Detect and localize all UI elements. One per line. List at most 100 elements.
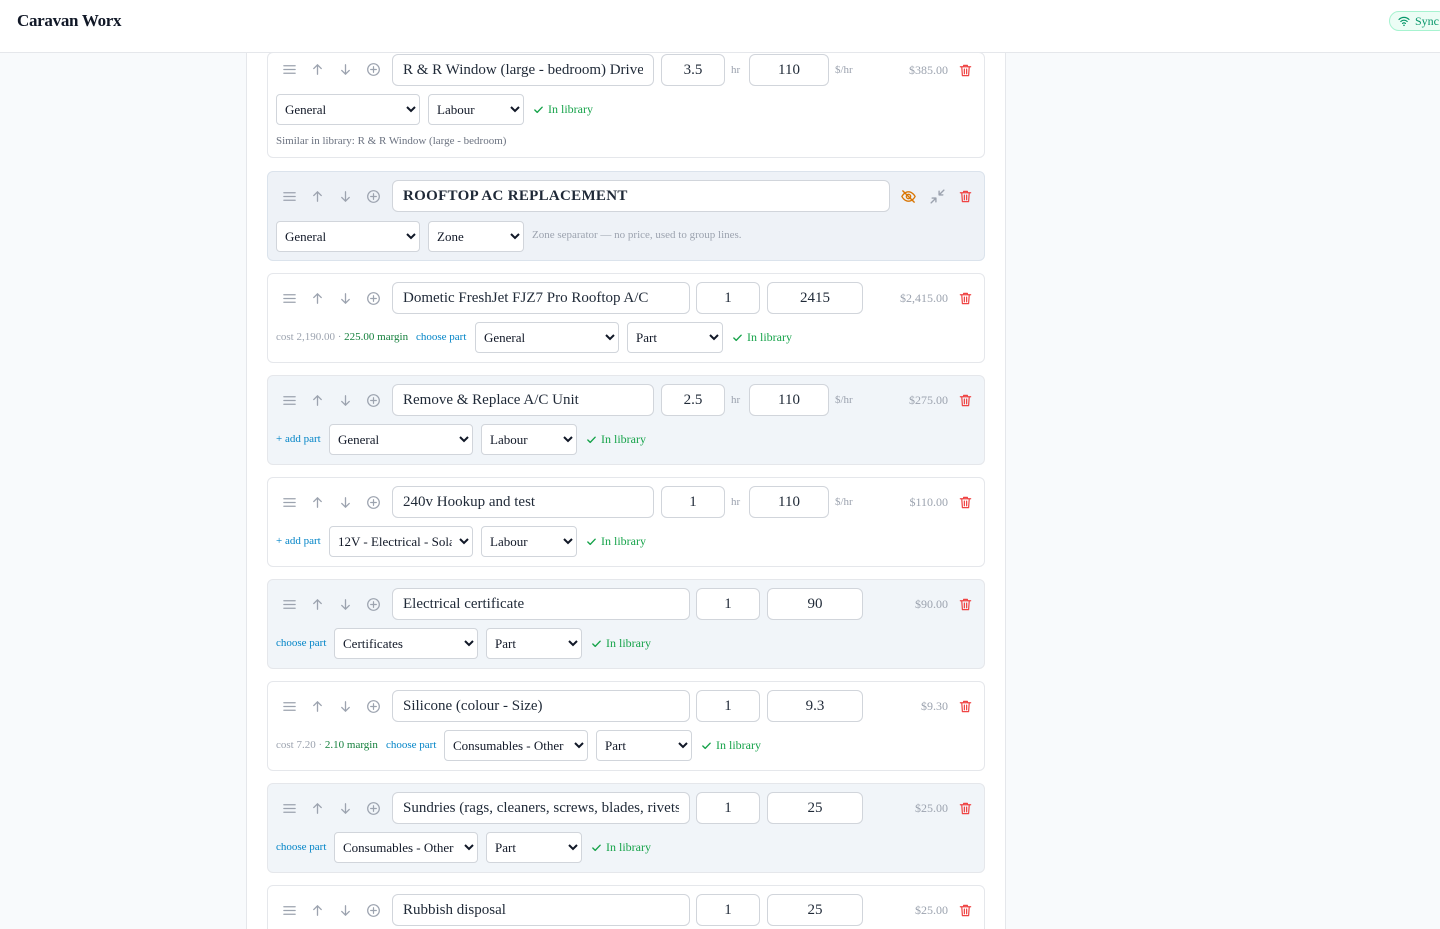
move-down-icon[interactable] [335, 186, 355, 206]
price-input[interactable] [767, 588, 863, 620]
move-down-icon[interactable] [335, 288, 355, 308]
choose-part-link[interactable]: choose part [276, 841, 326, 853]
zone-title-input[interactable] [392, 180, 890, 212]
insert-line-icon[interactable] [363, 390, 383, 410]
add-part-link[interactable]: + add part [276, 535, 321, 547]
drag-handle-icon[interactable] [279, 594, 299, 614]
move-down-icon[interactable] [335, 390, 355, 410]
drag-handle-icon[interactable] [279, 288, 299, 308]
collapse-icon[interactable] [927, 186, 947, 206]
delete-line-icon[interactable] [956, 697, 974, 715]
drag-handle-icon[interactable] [279, 492, 299, 512]
type-select[interactable]: Labour [428, 94, 524, 125]
qty-input[interactable] [696, 282, 760, 314]
price-input[interactable] [767, 690, 863, 722]
move-down-icon[interactable] [335, 696, 355, 716]
rate-input[interactable] [749, 54, 829, 86]
move-up-icon[interactable] [307, 900, 327, 920]
delete-line-icon[interactable] [956, 187, 974, 205]
delete-line-icon[interactable] [956, 289, 974, 307]
move-down-icon[interactable] [335, 798, 355, 818]
line-item: $9.30 cost 7.20 · 2.10 margin choose par… [267, 681, 985, 771]
description-input[interactable] [392, 282, 690, 314]
drag-handle-icon[interactable] [279, 186, 299, 206]
category-select[interactable]: Consumables - Other [334, 832, 478, 863]
category-select[interactable]: Certificates [334, 628, 478, 659]
category-select[interactable]: General [276, 94, 420, 125]
sync-status-badge[interactable]: Sync [1389, 11, 1440, 31]
line-total: $9.30 [921, 699, 948, 713]
category-select[interactable]: General [276, 221, 420, 252]
price-input[interactable] [767, 894, 863, 926]
move-up-icon[interactable] [307, 390, 327, 410]
category-select[interactable]: Consumables - Other [444, 730, 588, 761]
type-select[interactable]: Part [596, 730, 692, 761]
in-library-badge: In library [732, 330, 792, 345]
move-up-icon[interactable] [307, 798, 327, 818]
description-input[interactable] [392, 588, 690, 620]
qty-input[interactable] [661, 486, 725, 518]
description-input[interactable] [392, 384, 654, 416]
qty-input[interactable] [696, 690, 760, 722]
category-select[interactable]: General [329, 424, 473, 455]
similar-in-library-note: Similar in library: R & R Window (large … [276, 135, 507, 147]
description-input[interactable] [392, 894, 690, 926]
category-select[interactable]: General [475, 322, 619, 353]
move-down-icon[interactable] [335, 59, 355, 79]
move-down-icon[interactable] [335, 492, 355, 512]
qty-input[interactable] [696, 792, 760, 824]
delete-line-icon[interactable] [956, 391, 974, 409]
insert-line-icon[interactable] [363, 798, 383, 818]
price-input[interactable] [767, 282, 863, 314]
description-input[interactable] [392, 690, 690, 722]
delete-line-icon[interactable] [956, 493, 974, 511]
insert-line-icon[interactable] [363, 594, 383, 614]
delete-line-icon[interactable] [956, 799, 974, 817]
move-up-icon[interactable] [307, 288, 327, 308]
description-input[interactable] [392, 792, 690, 824]
hide-eye-off-icon[interactable] [898, 186, 918, 206]
check-icon [701, 740, 712, 751]
move-up-icon[interactable] [307, 59, 327, 79]
qty-input[interactable] [661, 54, 725, 86]
move-up-icon[interactable] [307, 492, 327, 512]
type-select[interactable]: Labour [481, 526, 577, 557]
insert-line-icon[interactable] [363, 288, 383, 308]
drag-handle-icon[interactable] [279, 798, 299, 818]
type-select[interactable]: Zone [428, 221, 524, 252]
type-select[interactable]: Part [627, 322, 723, 353]
choose-part-link[interactable]: choose part [386, 739, 436, 751]
type-select[interactable]: Part [486, 832, 582, 863]
move-up-icon[interactable] [307, 594, 327, 614]
description-input[interactable] [392, 54, 654, 86]
move-down-icon[interactable] [335, 900, 355, 920]
description-input[interactable] [392, 486, 654, 518]
rate-input[interactable] [749, 384, 829, 416]
insert-line-icon[interactable] [363, 186, 383, 206]
qty-input[interactable] [696, 894, 760, 926]
type-select[interactable]: Part [486, 628, 582, 659]
qty-input[interactable] [661, 384, 725, 416]
delete-line-icon[interactable] [956, 901, 974, 919]
insert-line-icon[interactable] [363, 492, 383, 512]
choose-part-link[interactable]: choose part [416, 331, 466, 343]
choose-part-link[interactable]: choose part [276, 637, 326, 649]
drag-handle-icon[interactable] [279, 900, 299, 920]
delete-line-icon[interactable] [956, 61, 974, 79]
rate-input[interactable] [749, 486, 829, 518]
delete-line-icon[interactable] [956, 595, 974, 613]
drag-handle-icon[interactable] [279, 696, 299, 716]
insert-line-icon[interactable] [363, 59, 383, 79]
move-up-icon[interactable] [307, 696, 327, 716]
drag-handle-icon[interactable] [279, 59, 299, 79]
type-select[interactable]: Labour [481, 424, 577, 455]
move-down-icon[interactable] [335, 594, 355, 614]
move-up-icon[interactable] [307, 186, 327, 206]
insert-line-icon[interactable] [363, 900, 383, 920]
drag-handle-icon[interactable] [279, 390, 299, 410]
category-select[interactable]: 12V - Electrical - Solar [329, 526, 473, 557]
add-part-link[interactable]: + add part [276, 433, 321, 445]
insert-line-icon[interactable] [363, 696, 383, 716]
price-input[interactable] [767, 792, 863, 824]
qty-input[interactable] [696, 588, 760, 620]
